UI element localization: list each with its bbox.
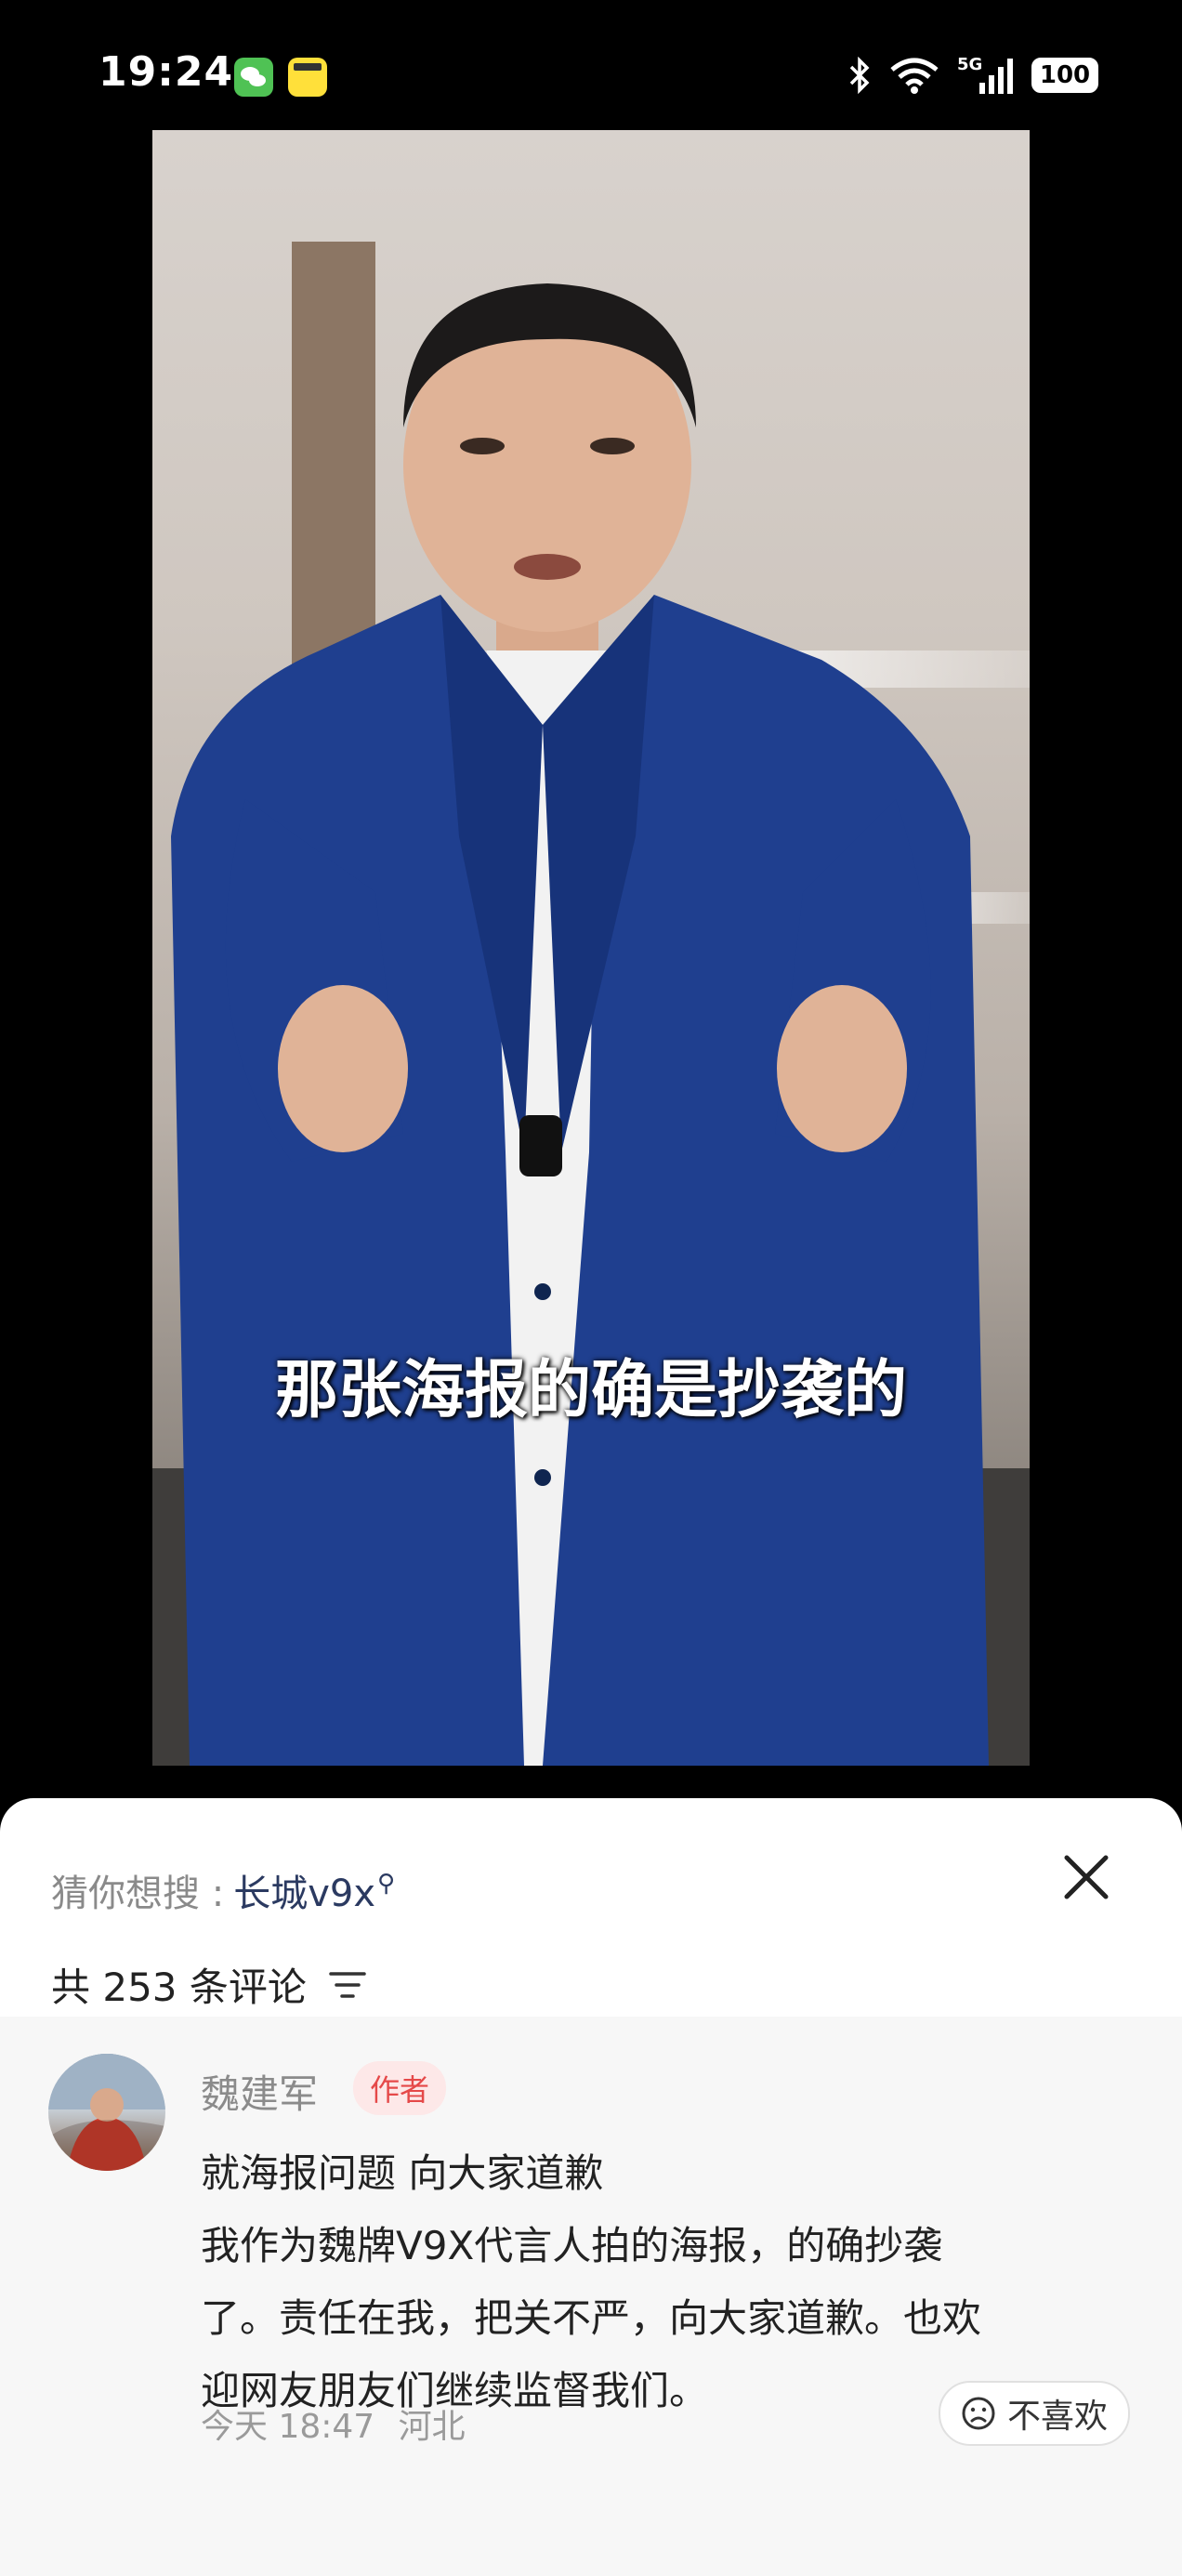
wechat-icon <box>234 58 273 97</box>
status-bar: 19:24 5G 100 <box>0 0 1182 139</box>
author-badge: 作者 <box>353 2061 447 2115</box>
search-suggestion[interactable]: 猜你想搜 : 长城v9x ⚲ <box>51 1863 395 1917</box>
clock: 19:24 <box>98 48 234 96</box>
suggest-label: 猜你想搜 : <box>51 1873 225 1915</box>
comment-item: 魏建军 作者 就海报问题 向大家道歉 我作为魏牌V9X代言人拍的海报，的确抄袭 … <box>0 2017 1182 2576</box>
speaker-figure <box>171 283 989 1766</box>
comment-line: 了。责任在我，把关不严，向大家道歉。也欢 <box>201 2295 982 2341</box>
close-button[interactable] <box>1054 1845 1119 1910</box>
comment-time: 今天 18:47 <box>201 2408 375 2446</box>
xianyu-icon <box>288 58 327 97</box>
signal-icon: 5G <box>957 55 1015 96</box>
video-player[interactable]: 那张海报的确是抄袭的 <box>152 130 1030 1766</box>
comment-line: 就海报问题 向大家道歉 <box>201 2150 604 2196</box>
comment-count-row: 共 253 条评论 <box>51 1956 368 2013</box>
dislike-label: 不喜欢 <box>1006 2398 1108 2436</box>
dislike-button[interactable]: 不喜欢 <box>938 2381 1130 2446</box>
comment-sheet: 猜你想搜 : 长城v9x ⚲ 共 253 条评论 魏建军 作者 就海报问题 向大… <box>0 1798 1182 2576</box>
close-icon[interactable] <box>1054 1845 1119 1910</box>
bluetooth-icon <box>847 57 872 94</box>
sort-icon[interactable] <box>327 1968 368 2002</box>
comment-count: 共 253 条评论 <box>51 1965 307 2010</box>
wifi-icon <box>888 57 940 94</box>
suggest-keyword[interactable]: 长城v9x <box>233 1863 375 1917</box>
comment-meta: 今天 18:47 河北 <box>201 2399 466 2448</box>
avatar[interactable] <box>48 2054 165 2171</box>
frown-face-icon <box>961 2396 996 2431</box>
comment-location: 河北 <box>398 2408 466 2446</box>
comment-line: 我作为魏牌V9X代言人拍的海报，的确抄袭 <box>201 2223 943 2268</box>
battery-icon: 100 <box>1031 58 1098 93</box>
network-type-label: 5G <box>957 55 982 74</box>
comment-author[interactable]: 魏建军 <box>201 2063 318 2120</box>
status-indicators: 5G 100 <box>847 52 1098 99</box>
video-subtitle: 那张海报的确是抄袭的 <box>274 1354 907 1427</box>
search-icon: ⚲ <box>377 1870 396 1898</box>
